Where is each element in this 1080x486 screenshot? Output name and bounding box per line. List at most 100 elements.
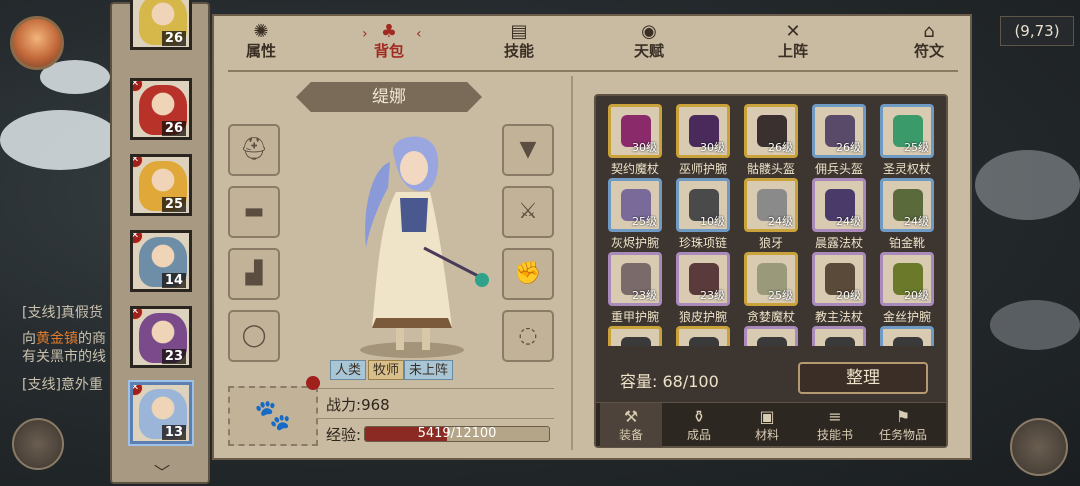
inventory-item[interactable]: 24级 晨露法杖 (810, 178, 868, 254)
weapon-slot[interactable]: ⚔ (502, 186, 554, 238)
item-frame: 30级 (676, 104, 730, 158)
exp-bar: 5419/12100 (364, 426, 550, 442)
tab-rune[interactable]: ⌂ 符文 (894, 20, 964, 68)
item-frame (608, 326, 662, 346)
inventory-item[interactable]: 25级 贪婪魔杖 (742, 252, 800, 328)
snow-patch (0, 110, 120, 170)
hero-class-badge-icon: ✕ (133, 157, 143, 168)
quest-line[interactable]: [支线]真假货 (22, 302, 103, 322)
tab-arrow-right-icon: ‹ (416, 26, 422, 42)
town-button[interactable] (1010, 418, 1068, 476)
boots-slot[interactable]: ▟ (228, 248, 280, 300)
hero-card[interactable]: 25 ✕ (130, 154, 192, 216)
category-tab[interactable]: ≡ 技能书 (804, 403, 866, 447)
item-name: 圣灵权杖 (882, 162, 931, 176)
eye-icon: ◉ (641, 21, 657, 42)
hero-level: 25 (161, 197, 186, 212)
tab-label: 背包 (373, 42, 404, 60)
inventory-item[interactable]: 23级 狼皮护腕 (674, 252, 732, 328)
category-label: 成品 (686, 428, 711, 442)
item-frame (744, 326, 798, 346)
hero-level: 26 (161, 31, 186, 46)
item-frame: 24级 (812, 178, 866, 232)
deploy-status-tag: 未上阵 (404, 360, 454, 380)
hero-card[interactable]: 13 ✕ (130, 382, 192, 444)
hero-class-badge-icon: ✕ (133, 385, 143, 396)
inventory-category-bar: ⚒ 装备 ⚱ 成品 ▣ 材料 ≡ 技能书 ⚑ 任务物品 (596, 402, 946, 447)
hero-card[interactable]: 26 (130, 0, 192, 50)
hero-card[interactable]: 23 ✕ (130, 306, 192, 368)
player-avatar[interactable] (10, 16, 64, 70)
tab-swords[interactable]: ✕ 上阵 (758, 20, 828, 68)
item-frame (676, 326, 730, 346)
inventory-item[interactable] (878, 326, 936, 346)
inventory-item[interactable]: 26级 佣兵头盔 (810, 104, 868, 180)
item-frame: 30级 (608, 104, 662, 158)
armor-slot[interactable]: ▼ (502, 124, 554, 176)
chevron-down-icon[interactable]: ﹀ (149, 465, 175, 481)
inventory-item[interactable]: 26级 骷髅头盔 (742, 104, 800, 180)
quest-line[interactable]: 有关黑市的线 (22, 346, 106, 366)
inventory-item[interactable]: 23级 重甲护腕 (606, 252, 664, 328)
inventory-item[interactable] (674, 326, 732, 346)
inventory-item[interactable]: 20级 教主法杖 (810, 252, 868, 328)
quest-line[interactable]: 向黄金镇的商 (22, 328, 106, 348)
item-icon (621, 337, 651, 346)
inventory-grid[interactable]: 30级 契约魔杖 30级 巫师护腕 26级 骷髅头盔 26级 佣兵头盔 25级 圣灵权杖 25级 灰烬… (606, 104, 940, 346)
category-tab[interactable]: ▣ 材料 (736, 403, 798, 447)
inventory-item[interactable]: 20级 金丝护腕 (878, 252, 936, 328)
inventory-item[interactable] (742, 326, 800, 346)
hero-level: 14 (161, 273, 186, 288)
stat-divider (318, 418, 554, 419)
necklace-slot[interactable]: ◌ (502, 310, 554, 362)
item-level: 25级 (904, 141, 929, 154)
item-frame: 25级 (744, 252, 798, 306)
inventory-item[interactable] (606, 326, 664, 346)
inventory-item[interactable]: 24级铂金靴 (878, 178, 936, 254)
quest-line[interactable]: [支线]意外重 (22, 374, 103, 394)
inventory-item[interactable]: 30级巫师护腕 (674, 104, 732, 180)
item-name: 巫师护腕 (678, 162, 727, 176)
map-button[interactable] (12, 418, 64, 470)
tab-book[interactable]: ▤ 技能 (484, 20, 554, 68)
category-label: 材料 (754, 428, 779, 442)
tab-eye[interactable]: ◉ 天赋 (614, 20, 684, 68)
race-tag: 人类 (330, 360, 367, 380)
belt-slot[interactable]: ▬ (228, 186, 280, 238)
gloves-slot[interactable]: ✊ (502, 248, 554, 300)
item-level: 23级 (632, 289, 657, 302)
class-tag: 牧师 (368, 360, 405, 380)
bag-icon: ♣ (380, 21, 398, 42)
hero-class-badge-icon: ✕ (133, 309, 143, 320)
category-tab[interactable]: ⚑ 任务物品 (872, 403, 934, 447)
item-level: 30级 (700, 141, 725, 154)
tab-label: 符文 (913, 42, 944, 60)
snow-patch (975, 150, 1080, 220)
hero-card[interactable]: 14 ✕ (130, 230, 192, 292)
tab-flame[interactable]: ✺ 属性 (226, 20, 296, 68)
inventory-item[interactable] (810, 326, 868, 346)
category-tab[interactable]: ⚱ 成品 (668, 403, 730, 447)
ring-slot[interactable]: ◯ (228, 310, 280, 362)
inventory-item[interactable]: 25级 灰烬护腕 (606, 178, 664, 254)
item-frame: 25级 (880, 104, 934, 158)
helmet-slot[interactable]: ⛑ (228, 124, 280, 176)
item-name: 教主法杖 (814, 310, 863, 324)
inventory-item[interactable]: 30级 契约魔杖 (606, 104, 664, 180)
hero-class-badge-icon: ✕ (133, 233, 143, 244)
inventory-item[interactable]: 10级 珍珠项链 (674, 178, 732, 254)
hero-card[interactable]: 26 ✕ (130, 78, 192, 140)
item-icon (893, 337, 923, 346)
inventory-item[interactable]: 25级圣灵权杖 (878, 104, 936, 180)
hero-list[interactable]: ︿ 2626✕25✕14✕23✕13✕ ﹀ (110, 0, 210, 484)
item-level: 24级 (904, 215, 929, 228)
hero-level: 13 (161, 425, 186, 440)
pet-slot[interactable]: 🐾 (228, 386, 318, 446)
item-name: 铂金靴 (888, 236, 925, 250)
inventory-item[interactable]: 24级 狼牙 (742, 178, 800, 254)
item-name: 珍珠项链 (678, 236, 727, 250)
category-tab[interactable]: ⚒ 装备 (600, 403, 662, 447)
item-frame: 23级 (676, 252, 730, 306)
sort-button[interactable]: 整理 (798, 362, 928, 394)
paw-icon: 🐾 (254, 398, 292, 433)
